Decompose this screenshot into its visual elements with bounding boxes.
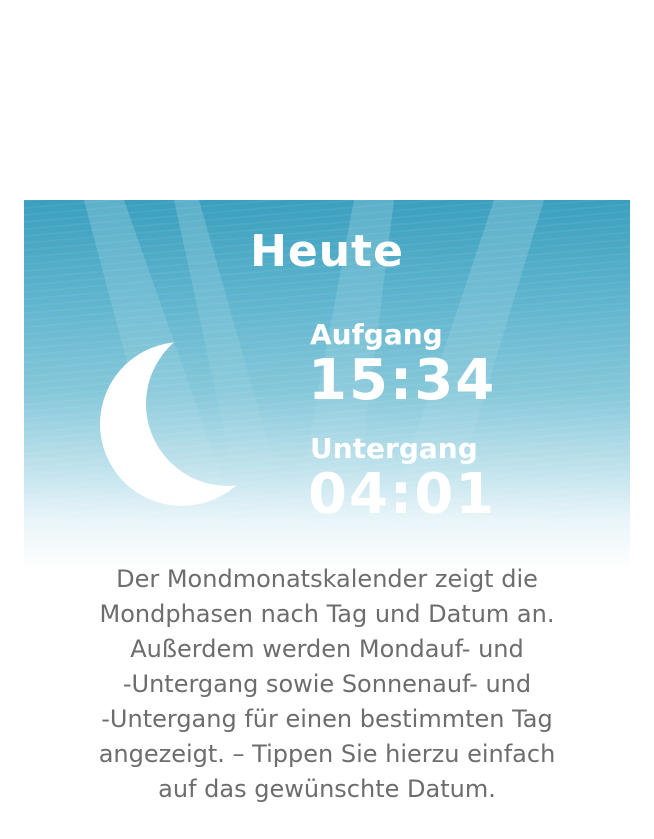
crescent-moon-icon <box>98 340 268 510</box>
description-text: Der Mondmonatskalender zeigt die Mondpha… <box>30 562 624 807</box>
card-title: Heute <box>250 226 404 277</box>
description-line: -Untergang für einen bestimmten Tag <box>101 705 553 733</box>
description-line: angezeigt. – Tippen Sie hierzu einfach <box>98 740 556 768</box>
moonset-label: Untergang <box>310 432 478 465</box>
description-line: auf das gewünschte Datum. <box>158 775 496 803</box>
description-line: -Untergang sowie Sonnenauf- und <box>122 670 532 698</box>
description-line: Der Mondmonatskalender zeigt die <box>116 565 538 593</box>
moon-card: Heute Aufgang 15:34 Untergang 04:01 <box>24 200 630 572</box>
moonrise-time: 15:34 <box>308 348 497 413</box>
description-line: Außerdem werden Mondauf- und <box>130 635 524 663</box>
moonrise-label: Aufgang <box>310 318 443 351</box>
moonset-time: 04:01 <box>308 462 497 527</box>
description-line: Mondphasen nach Tag und Datum an. <box>99 600 555 628</box>
